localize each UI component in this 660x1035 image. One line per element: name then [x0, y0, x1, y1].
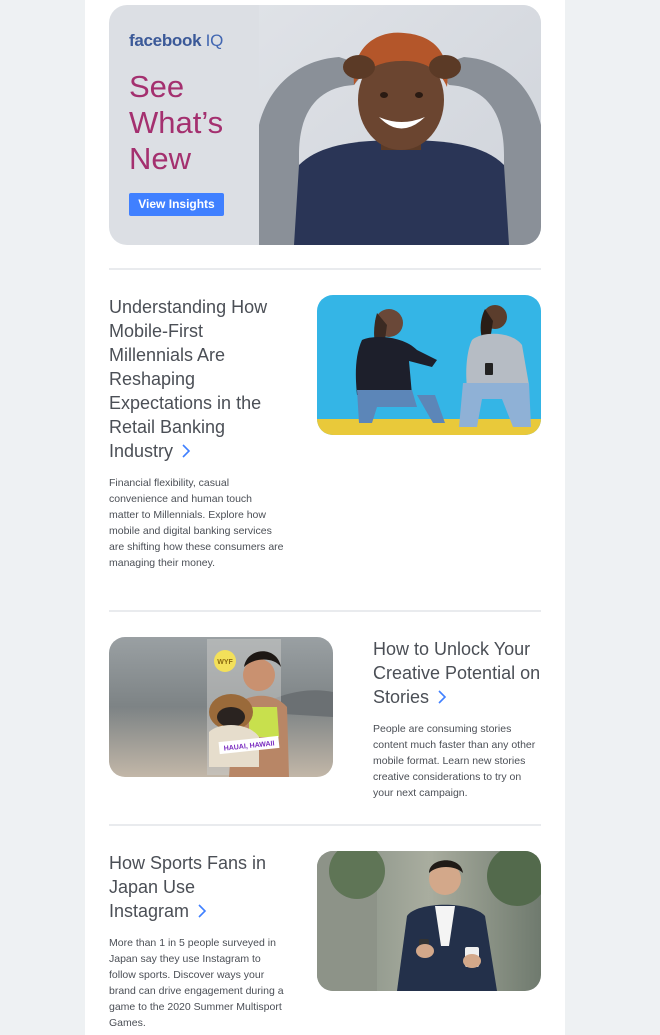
article-3-title-text[interactable]: How Sports Fans in Japan Use Instagram	[109, 853, 266, 921]
brand-name: facebook	[129, 31, 202, 50]
divider	[109, 824, 541, 826]
divider	[109, 268, 541, 270]
article-1-title[interactable]: Understanding How Mobile-First Millennia…	[109, 295, 279, 463]
smiling-man-photo	[259, 5, 541, 245]
article-2-body: People are consuming stories content muc…	[373, 723, 536, 799]
divider	[109, 610, 541, 612]
email-container: facebook IQ See What’s New View Insights	[85, 0, 565, 1035]
sticker-wyf: WYF	[217, 659, 233, 666]
chevron-right-icon[interactable]	[437, 685, 447, 709]
view-insights-button[interactable]: View Insights	[129, 193, 224, 216]
chevron-right-icon[interactable]	[197, 899, 207, 923]
facebook-iq-logo: facebook IQ	[129, 31, 223, 51]
article-1-title-text[interactable]: Understanding How Mobile-First Millennia…	[109, 297, 267, 461]
article-2-title[interactable]: How to Unlock Your Creative Potential on…	[373, 637, 545, 709]
hero-banner[interactable]: facebook IQ See What’s New View Insights	[109, 5, 541, 245]
two-women-sitting-on-wall-photo[interactable]	[317, 295, 541, 435]
article-3-title[interactable]: How Sports Fans in Japan Use Instagram	[109, 851, 279, 923]
article-2-title-text[interactable]: How to Unlock Your Creative Potential on…	[373, 639, 540, 707]
woman-with-dog-story-photo[interactable]: WYF HAUAI, HAWAII	[109, 637, 333, 777]
hero-title: See What’s New	[129, 69, 224, 176]
brand-suffix: IQ	[205, 31, 224, 50]
article-3-body: More than 1 in 5 people surveyed in Japa…	[109, 937, 284, 1029]
article-1-body: Financial flexibility, casual convenienc…	[109, 477, 284, 569]
man-with-phone-and-coffee-photo[interactable]	[317, 851, 541, 991]
chevron-right-icon[interactable]	[181, 439, 191, 463]
